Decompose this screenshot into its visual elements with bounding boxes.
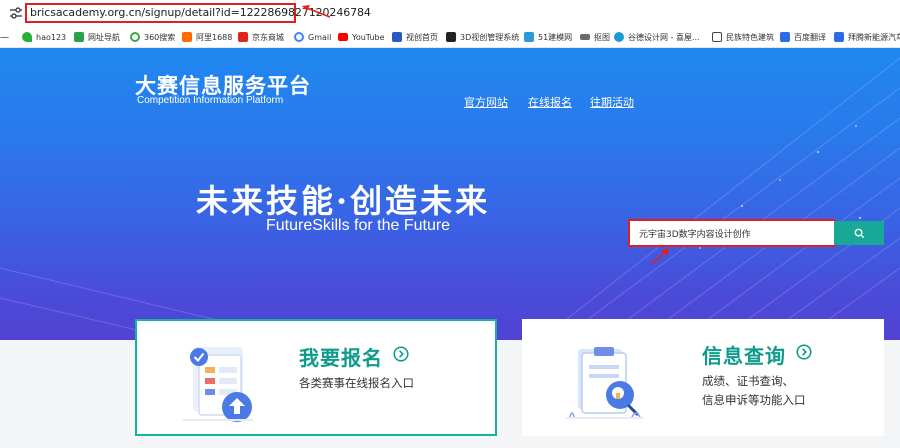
google-icon xyxy=(294,32,304,42)
brand-title-en: Competition Information Platform xyxy=(137,95,284,106)
site-settings-icon[interactable] xyxy=(9,6,23,20)
bookmark-baidu-translate[interactable]: 百度翻译 xyxy=(780,30,826,44)
bookmark-1688[interactable]: 阿里1688 xyxy=(182,30,232,44)
arrow-right-circle-icon xyxy=(796,344,812,360)
search-input[interactable] xyxy=(628,219,836,247)
bookmark-360[interactable]: 360搜索 xyxy=(130,30,175,44)
bookmark-label: 视创首页 xyxy=(406,32,438,42)
bookmark-label: hao123 xyxy=(36,32,67,42)
bookmark-shichuang[interactable]: 视创首页 xyxy=(392,30,438,44)
search-bar xyxy=(628,219,884,247)
bookmark-label: 网址导航 xyxy=(88,32,120,42)
annotation-arrow-icon xyxy=(302,5,331,18)
alibaba-icon xyxy=(182,32,192,42)
bookmark-label: 阿里1688 xyxy=(196,32,233,42)
clipboard-search-icon xyxy=(566,347,644,419)
nav-site-icon xyxy=(74,32,84,42)
bookmark-label: 51建模网 xyxy=(538,32,573,42)
query-card[interactable]: 信息查询 成绩、证书查询、 信息申诉等功能入口 xyxy=(522,319,884,436)
bookmark-nav-site[interactable]: 网址导航 xyxy=(74,30,120,44)
query-card-desc-line-1: 成绩、证书查询、 xyxy=(702,374,794,388)
hero-banner: 大赛信息服务平台 Competition Information Platfor… xyxy=(0,48,900,340)
arrow-right-circle-icon xyxy=(393,346,409,362)
search-button[interactable] xyxy=(834,221,884,245)
shichuang-icon xyxy=(392,32,402,42)
bookmark-ethnic-arch[interactable]: 民族特色建筑 xyxy=(712,30,774,44)
bookmark-hao123[interactable]: hao123 xyxy=(22,30,66,44)
bookmark-label: Gmail xyxy=(308,32,332,42)
slogan-cn: 未来技能·创造未来 xyxy=(196,182,491,220)
bookmark-jd[interactable]: 京东商城 xyxy=(238,30,284,44)
bookmark-chevron-icon: 一 xyxy=(0,33,10,44)
annotation-arrow-icon xyxy=(651,248,669,265)
bookmark-label: 民族特色建筑 xyxy=(726,32,774,42)
51jianmo-icon xyxy=(524,32,534,42)
360-search-icon xyxy=(130,32,140,42)
bookmark-label: 抠图 xyxy=(594,32,610,42)
bookmark-label: 拜腾新能源汽车 xyxy=(848,32,900,42)
slogan-en: FutureSkills for the Future xyxy=(266,217,451,234)
bookmark-label: YouTube xyxy=(352,32,385,42)
signup-card[interactable]: 我要报名 各类赛事在线报名入口 xyxy=(135,319,497,436)
bookmarks-bar: 一 hao123 网址导航 360搜索 阿里1688 京东商城 Gmail Yo… xyxy=(0,26,900,48)
search-icon xyxy=(854,228,864,238)
bookmark-byton[interactable]: 拜腾新能源汽车 xyxy=(834,30,900,44)
youtube-icon xyxy=(338,33,348,41)
bookmark-overflow[interactable]: 一 xyxy=(0,30,9,44)
hao123-icon xyxy=(22,32,32,42)
bookmark-label: 谷德设计网 - 喜屋... xyxy=(628,32,700,42)
address-bar: bricsacademy.org.cn/signup/detail?id=122… xyxy=(0,0,900,26)
gooood-icon xyxy=(614,32,624,42)
bookmark-youtube[interactable]: YouTube xyxy=(338,30,385,44)
3d-system-icon xyxy=(446,32,456,42)
bookmark-label: 京东商城 xyxy=(252,32,284,42)
nav-online-signup[interactable]: 在线报名 xyxy=(528,94,572,110)
query-card-desc-line-2: 信息申诉等功能入口 xyxy=(702,393,806,407)
bookmark-gooood[interactable]: 谷德设计网 - 喜屋... xyxy=(614,30,700,44)
bookmark-label: 百度翻译 xyxy=(794,32,826,42)
bookmark-label: 3D视创管理系统 xyxy=(460,32,520,42)
bookmark-51jianmo[interactable]: 51建模网 xyxy=(524,30,572,44)
signup-card-desc: 各类赛事在线报名入口 xyxy=(299,376,414,390)
baidu-translate-icon xyxy=(780,32,790,42)
folder-icon xyxy=(712,32,722,42)
bookmark-3d-system[interactable]: 3D视创管理系统 xyxy=(446,30,519,44)
bookmark-gmail[interactable]: Gmail xyxy=(294,30,331,44)
jd-icon xyxy=(238,32,248,42)
bookmark-label: 360搜索 xyxy=(144,32,176,42)
bookmark-cutout[interactable]: 抠图 xyxy=(580,30,610,44)
nav-past-events[interactable]: 往期活动 xyxy=(590,94,634,110)
signup-card-title: 我要报名 xyxy=(299,346,383,370)
byton-icon xyxy=(834,32,844,42)
query-card-title: 信息查询 xyxy=(702,344,786,368)
cutout-icon xyxy=(580,34,590,40)
nav-official-site[interactable]: 官方网站 xyxy=(464,94,508,110)
signup-form-icon xyxy=(183,347,253,422)
